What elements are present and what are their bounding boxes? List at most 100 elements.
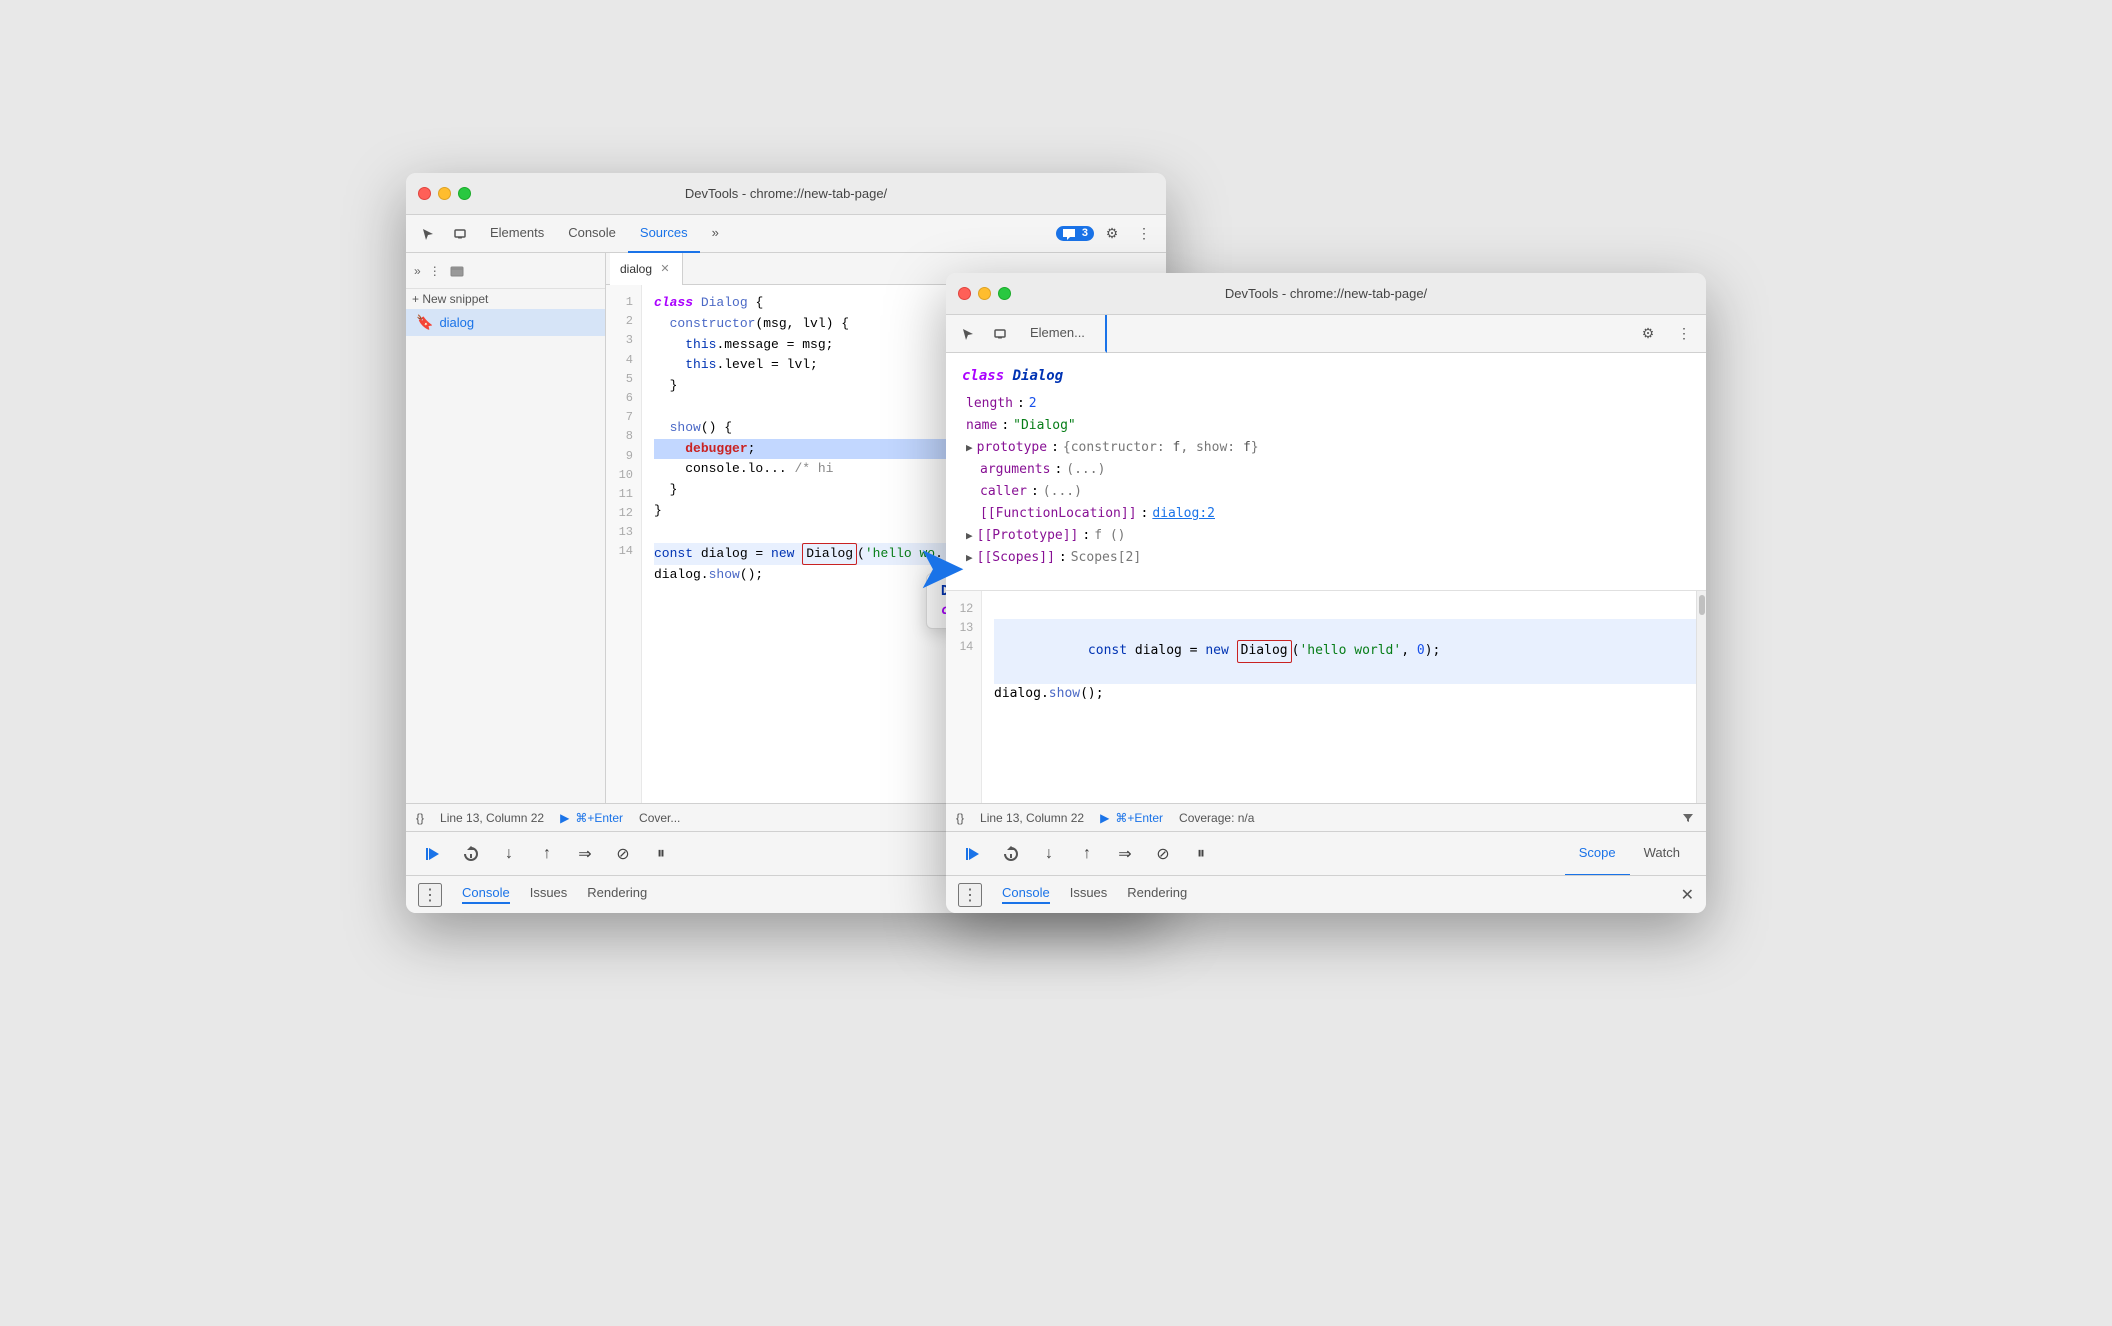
bottom-tab-rendering-2[interactable]: Rendering (1127, 885, 1187, 904)
debug-toolbar-2: ↓ ↑ ⇒ ⊘ ⏸ Scope Watch (946, 831, 1706, 875)
inspector-panel: class Dialog length: 2 name: "Dialog" ▶ … (946, 353, 1706, 590)
step-btn-2[interactable]: ⇒ (1110, 839, 1140, 869)
device-icon-2[interactable] (986, 320, 1014, 348)
more-icon-2[interactable]: ⋮ (1670, 320, 1698, 348)
step-btn-1[interactable]: ⇒ (570, 839, 600, 869)
inspector-class-header: class Dialog (962, 365, 1690, 389)
devtools-window-2: DevTools - chrome://new-tab-page/ Elemen… (946, 273, 1706, 913)
step-over-btn-2[interactable] (996, 839, 1026, 869)
bottom-more-icon-2[interactable]: ⋮ (958, 883, 982, 907)
minimize-button-1[interactable] (438, 187, 451, 200)
window-title-1: DevTools - chrome://new-tab-page/ (685, 186, 887, 201)
maximize-button-2[interactable] (998, 287, 1011, 300)
right-side-icons: ⚙ ⋮ (1634, 320, 1698, 348)
step-out-btn-1[interactable]: ↑ (532, 839, 562, 869)
traffic-lights-2 (958, 287, 1011, 300)
line-numbers-2: 12 13 14 (946, 591, 982, 804)
sidebar-1: » ⋮ + New snippet 🔖 dialog (406, 253, 606, 803)
deactivate-btn-2[interactable]: ⊘ (1148, 839, 1178, 869)
code-line-w2-13: const dialog = new Dialog('hello world',… (994, 619, 1696, 683)
position-2: Line 13, Column 22 (980, 811, 1084, 825)
coverage-1: Cover... (639, 811, 680, 825)
scene: DevTools - chrome://new-tab-page/ Elemen… (366, 113, 1746, 1213)
pause-btn-2[interactable]: ⏸ (1186, 839, 1216, 869)
cursor-icon[interactable] (414, 220, 442, 248)
window-title-2: DevTools - chrome://new-tab-page/ (1225, 286, 1427, 301)
devtools-body-2: class Dialog length: 2 name: "Dialog" ▶ … (946, 353, 1706, 803)
main-toolbar-1: Elements Console Sources » 3 ⚙ ⋮ (406, 215, 1166, 253)
sidebar-header-1: » ⋮ (406, 253, 605, 289)
bottom-tab-console-1[interactable]: Console (462, 885, 510, 904)
snippet-folder-icon (449, 263, 465, 279)
prop-prototype[interactable]: ▶ prototype: {constructor: f, show: f} (962, 437, 1690, 459)
tab-elements-2[interactable]: Elemen... (1018, 315, 1097, 353)
device-icon[interactable] (446, 220, 474, 248)
sidebar-file-dialog[interactable]: 🔖 dialog (406, 309, 605, 336)
tab-sources-1[interactable]: Sources (628, 215, 700, 253)
new-snippet-btn[interactable]: + New snippet (406, 289, 605, 309)
close-button-1[interactable] (418, 187, 431, 200)
resume-btn-1[interactable] (418, 839, 448, 869)
tab-console-1[interactable]: Console (556, 215, 628, 253)
settings-icon-1[interactable]: ⚙ (1098, 220, 1126, 248)
position-1: Line 13, Column 22 (440, 811, 544, 825)
close-bottom-2[interactable]: ✕ (1681, 885, 1694, 905)
run-btn-1[interactable]: ▶ ⌘+Enter (560, 811, 623, 825)
step-into-btn-1[interactable]: ↓ (494, 839, 524, 869)
arrow-icon: ➤ (916, 533, 966, 603)
step-over-btn-1[interactable] (456, 839, 486, 869)
step-into-btn-2[interactable]: ↓ (1034, 839, 1064, 869)
braces-icon-1[interactable]: {} (416, 811, 424, 825)
scope-tab-2[interactable]: Scope (1565, 832, 1630, 876)
close-tab-icon[interactable]: ✕ (658, 262, 672, 276)
prop-caller: caller: (...) (962, 481, 1690, 503)
close-button-2[interactable] (958, 287, 971, 300)
main-toolbar-2: Elemen... ⚙ ⋮ (946, 315, 1706, 353)
tab-more-1[interactable]: » (700, 215, 731, 253)
bottom-tab-issues-1[interactable]: Issues (530, 885, 568, 904)
status-bar-2: {} Line 13, Column 22 ▶ ⌘+Enter Coverage… (946, 803, 1706, 831)
file-name-dialog: dialog (439, 315, 474, 330)
prop-scopes[interactable]: ▶ [[Scopes]]: Scopes[2] (962, 547, 1690, 569)
step-out-btn-2[interactable]: ↑ (1072, 839, 1102, 869)
prop-prototype2[interactable]: ▶ [[Prototype]]: f () (962, 525, 1690, 547)
bottom-tab-issues-2[interactable]: Issues (1070, 885, 1108, 904)
bottom-more-icon[interactable]: ⋮ (418, 883, 442, 907)
scope-watch-tabs-2: Scope Watch (1565, 832, 1694, 876)
coverage-2: Coverage: n/a (1179, 811, 1254, 825)
prop-arguments: arguments: (...) (962, 459, 1690, 481)
cursor-icon-2[interactable] (954, 320, 982, 348)
watch-tab-2[interactable]: Watch (1630, 832, 1694, 876)
pause-btn-1[interactable]: ⏸ (646, 839, 676, 869)
deactivate-btn-1[interactable]: ⊘ (608, 839, 638, 869)
bottom-tab-console-2[interactable]: Console (1002, 885, 1050, 904)
braces-icon-2[interactable]: {} (956, 811, 964, 825)
bottom-bar-2: ⋮ Console Issues Rendering ✕ (946, 875, 1706, 913)
resume-btn-2[interactable] (958, 839, 988, 869)
sidebar-more-1[interactable]: » (414, 264, 421, 278)
sidebar-options-1[interactable]: ⋮ (429, 264, 441, 278)
scrollbar-2[interactable] (1696, 591, 1706, 804)
prop-function-location: [[FunctionLocation]]: dialog:2 (962, 503, 1690, 525)
more-icon-1[interactable]: ⋮ (1130, 220, 1158, 248)
run-btn-2[interactable]: ▶ ⌘+Enter (1100, 811, 1163, 825)
tab-elements-1[interactable]: Elements (478, 215, 556, 253)
title-bar-1: DevTools - chrome://new-tab-page/ (406, 173, 1166, 215)
code-line-w2-14: dialog.show(); (994, 684, 1696, 705)
code-lines-2: const dialog = new Dialog('hello world',… (982, 591, 1696, 804)
maximize-button-1[interactable] (458, 187, 471, 200)
prop-name: name: "Dialog" (962, 415, 1690, 437)
code-line-w2-12 (994, 599, 1696, 620)
editor-tab-dialog[interactable]: dialog ✕ (610, 253, 683, 285)
tab-bar-1: Elements Console Sources » (478, 215, 731, 253)
title-bar-2: DevTools - chrome://new-tab-page/ (946, 273, 1706, 315)
chat-badge-1: 3 (1056, 226, 1094, 240)
filter-icon[interactable] (1680, 810, 1696, 826)
minimize-button-2[interactable] (978, 287, 991, 300)
tab-more-2[interactable] (1097, 315, 1107, 353)
line-numbers-1: 12345 678910 11121314 (606, 285, 642, 803)
code-bottom-area: 12 13 14 const dialog = new Dialog('hell… (946, 590, 1706, 804)
tab-bar-2: Elemen... (1018, 315, 1107, 353)
bottom-tab-rendering-1[interactable]: Rendering (587, 885, 647, 904)
settings-icon-2[interactable]: ⚙ (1634, 320, 1662, 348)
